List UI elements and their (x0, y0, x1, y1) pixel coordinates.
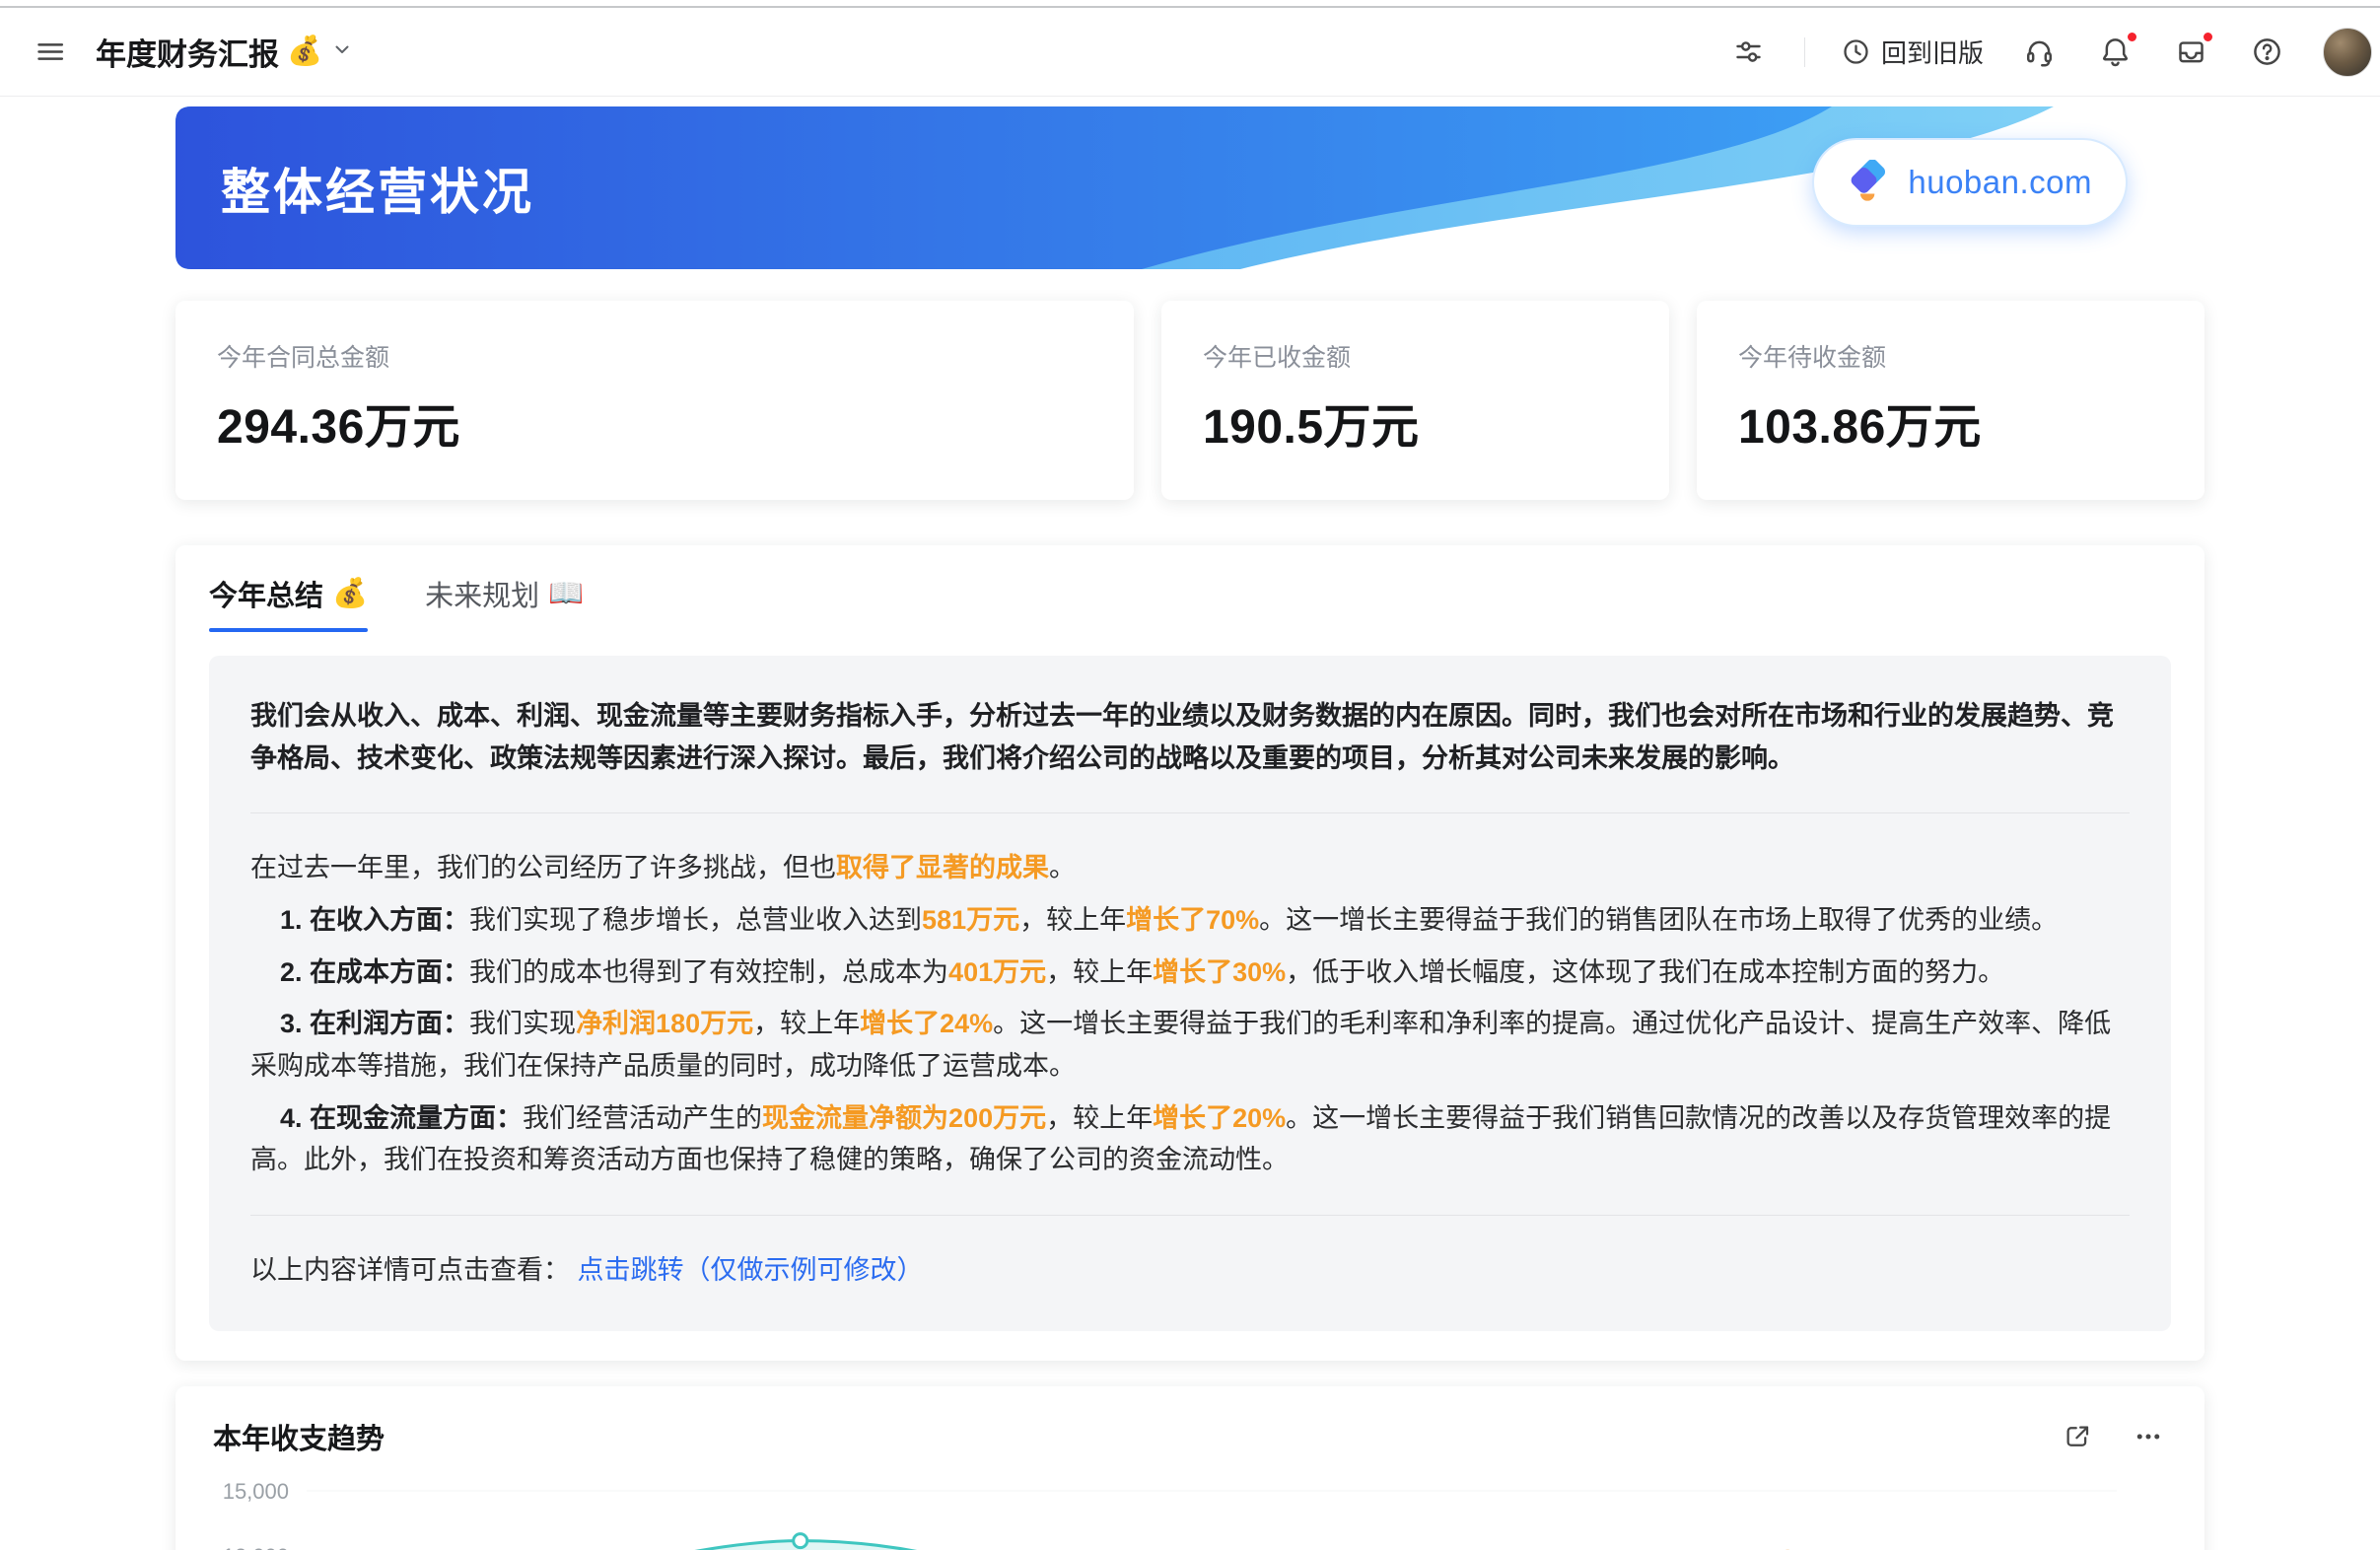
tab-label: 今年总结 (209, 573, 323, 614)
chevron-down-icon (330, 37, 354, 66)
chart-title: 本年收支趋势 (213, 1416, 385, 1457)
stat-value: 294.36万元 (217, 388, 1092, 457)
inbox-badge (2202, 31, 2214, 43)
page-title: 年度财务汇报 (96, 30, 279, 74)
chart-header: 本年收支趋势 (213, 1416, 2167, 1457)
point-cashflow: 在现金流量方面：我们经营活动产生的现金流量净额为200万元，较上年增长了20%。… (250, 1097, 2130, 1181)
tab-future-plan[interactable]: 未来规划 📖 (425, 573, 584, 632)
report-title-dropdown[interactable]: 年度财务汇报 💰 (96, 30, 354, 74)
headset-icon (2023, 35, 2056, 68)
details-footer-label: 以上内容详情可点击查看： (250, 1255, 570, 1285)
external-link-icon (2063, 1422, 2092, 1451)
main-content: 整体经营状况 huoban.com 今年合同总金额 294.36万元 今年已收金… (0, 97, 2380, 1550)
back-to-old-version-label: 回到旧版 (1881, 34, 1984, 70)
navbar-actions: 回到旧版 (1728, 28, 2354, 77)
stat-card-contract-total[interactable]: 今年合同总金额 294.36万元 (175, 301, 1134, 500)
chart-actions (2059, 1418, 2167, 1455)
point-cost: 在成本方面：我们的成本也得到了有效控制，总成本为401万元，较上年增长了30%，… (250, 951, 2130, 994)
point-profit: 在利润方面：我们实现净利润180万元，较上年增长了24%。这一增长主要得益于我们… (250, 1003, 2130, 1087)
navbar: 年度财务汇报 💰 回到旧版 (0, 8, 2380, 97)
tab-label: 未来规划 (425, 573, 539, 614)
ellipsis-icon (2134, 1422, 2163, 1451)
hamburger-icon (34, 35, 66, 68)
open-fullscreen-button[interactable] (2059, 1418, 2096, 1455)
trend-chart-card: 本年收支趋势 15,00012,0009,0006,0003,0000 (175, 1386, 2205, 1550)
stat-label: 今年合同总金额 (217, 338, 1092, 374)
back-to-old-version-button[interactable]: 回到旧版 (1841, 34, 1984, 70)
huoban-logo[interactable]: huoban.com (1812, 138, 2128, 227)
support-button[interactable] (2019, 32, 2060, 72)
trend-chart: 15,00012,0009,0006,0003,0000 (213, 1481, 2171, 1550)
divider (1804, 37, 1805, 67)
huoban-logo-text: huoban.com (1908, 164, 2092, 201)
user-avatar[interactable] (2323, 28, 2372, 77)
summary-card: 今年总结 💰 未来规划 📖 我们会从收入、成本、利润、现金流量等主要财务指标入手… (175, 545, 2205, 1361)
svg-text:15,000: 15,000 (223, 1481, 289, 1504)
window-top-edge (0, 0, 2380, 8)
divider (250, 812, 2130, 813)
help-button[interactable] (2247, 32, 2287, 72)
stat-card-received[interactable]: 今年已收金额 190.5万元 (1161, 301, 1669, 500)
achievements-lead-line: 在过去一年里，我们的公司经历了许多挑战，但也取得了显著的成果。 (250, 847, 2130, 889)
jump-link[interactable]: 点击跳转（仅做示例可修改） (578, 1255, 924, 1285)
notification-badge (2126, 31, 2138, 43)
svg-text:12,000: 12,000 (223, 1544, 289, 1550)
money-bag-icon: 💰 (332, 580, 368, 608)
summary-panel: 我们会从收入、成本、利润、现金流量等主要财务指标入手，分析过去一年的业绩以及财务… (209, 656, 2171, 1331)
overview-paragraph: 我们会从收入、成本、利润、现金流量等主要财务指标入手，分析过去一年的业绩以及财务… (250, 695, 2130, 779)
stat-label: 今年已收金额 (1203, 338, 1628, 374)
huoban-logo-icon (1848, 160, 1893, 205)
chart-area: 15,00012,0009,0006,0003,0000 (213, 1481, 2167, 1550)
open-book-icon: 📖 (548, 580, 584, 608)
banner-title: 整体经营状况 (221, 153, 534, 224)
tab-this-year-summary[interactable]: 今年总结 💰 (209, 573, 368, 632)
money-bag-icon: 💰 (287, 37, 322, 66)
stat-label: 今年待收金额 (1738, 338, 2163, 374)
stat-cards-row: 今年合同总金额 294.36万元 今年已收金额 190.5万元 今年待收金额 1… (175, 301, 2205, 500)
sliders-icon (1732, 35, 1765, 68)
help-icon (2251, 35, 2283, 68)
inbox-button[interactable] (2171, 32, 2211, 72)
notifications-button[interactable] (2095, 32, 2135, 72)
display-settings-button[interactable] (1728, 32, 1769, 72)
summary-points-list: 在收入方面：我们实现了稳步增长，总营业收入达到581万元，较上年增长了70%。这… (250, 899, 2130, 1181)
stat-value: 103.86万元 (1738, 388, 2163, 457)
menu-button[interactable] (30, 32, 70, 72)
history-icon (1841, 36, 1871, 67)
divider (250, 1215, 2130, 1216)
stat-card-pending[interactable]: 今年待收金额 103.86万元 (1697, 301, 2205, 500)
stat-value: 190.5万元 (1203, 388, 1628, 457)
details-footer-line: 以上内容详情可点击查看： 点击跳转（仅做示例可修改） (250, 1249, 2130, 1292)
point-revenue: 在收入方面：我们实现了稳步增长，总营业收入达到581万元，较上年增长了70%。这… (250, 899, 2130, 942)
summary-tabs: 今年总结 💰 未来规划 📖 (175, 545, 2205, 632)
more-options-button[interactable] (2130, 1418, 2167, 1455)
hero-banner: 整体经营状况 huoban.com (175, 106, 2205, 269)
